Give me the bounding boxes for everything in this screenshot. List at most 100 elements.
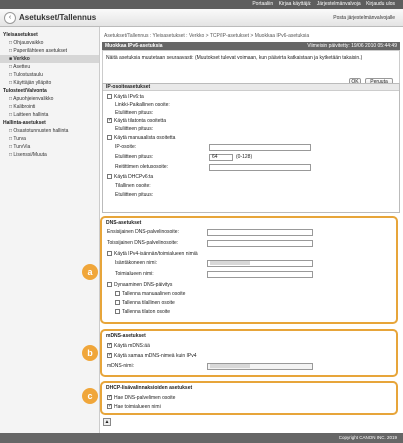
prefix-length-label: Etuliitteen pituus: (115, 110, 154, 116)
stateless-label: Käytä tilatonta osoitetta (114, 118, 166, 124)
same-mdns-name-label: Käytä samaa mDNS-nimeä kuin IPv4 (114, 353, 197, 359)
mdns-section: mDNS-asetukset Käytä mDNS:ää Käytä samaa… (103, 332, 395, 374)
app-header: ‹ Asetukset/Tallennus Posta järjestelmän… (0, 9, 403, 27)
prefix-length-label-2: Etuliitteen pituus: (115, 126, 154, 132)
sidebar-item-help-menu[interactable]: □ Apuohjeienvalikko (0, 95, 99, 103)
host-name-label: Isäntäkoneen nimi: (115, 260, 157, 266)
mdns-section-title: mDNS-asetukset (106, 333, 146, 339)
dynamic-dns-label: Dynaaminen DNS-päivitys (114, 282, 173, 288)
user-name: Järjestelmänvalvoja (316, 1, 361, 7)
sidebar-item-print-table[interactable]: □ Tulostustaulu (0, 71, 99, 79)
sidebar-item-paper-source[interactable]: □ Paperilähteen asetukset (0, 47, 99, 55)
link-local-label: Linkki-Paikallinen osoite: (115, 102, 170, 108)
use-mdns-label: Käytä mDNS:ää (114, 343, 150, 349)
sidebar-item-control-menu[interactable]: □ Ohjausvaikko (0, 39, 99, 47)
top-bar: Portaaliin Kirjaa käyttäjä: Järjestelmän… (0, 0, 403, 9)
mail-admin-link[interactable]: Posta järjestelmänvalvojalle (333, 15, 395, 21)
sidebar-section-output: Tulosteet/Valvonta (3, 88, 47, 94)
sidebar-item-dept-id[interactable]: □ Osastotunnusten hallinta (0, 127, 99, 135)
register-stateful-label: Tallenna tilallinen osoite (122, 300, 175, 306)
manual-address-row[interactable]: Käytä manuaalista osoitetta (107, 134, 175, 142)
callout-c: c (82, 388, 98, 404)
stateless-checkbox[interactable] (107, 118, 112, 124)
prefix-length-input[interactable]: 64 (209, 154, 233, 161)
sidebar-section-admin: Hallinta-asetukset (3, 120, 46, 126)
secondary-dns-label: Toissijainen DNS-palvelinosoite: (107, 240, 179, 246)
breadcrumb: Asetukset/Tallennus : Yleisasetukset : V… (104, 33, 310, 39)
sidebar-section-general: Yleisasetukset (3, 32, 38, 38)
sidebar-item-security[interactable]: □ Turva (0, 135, 99, 143)
page-title: Muokkaa IPv6-asetuksia (105, 43, 163, 49)
manual-address-label: Käytä manuaalista osoitetta (114, 135, 176, 141)
back-icon[interactable]: ‹ (4, 12, 16, 24)
mdns-name-label: mDNS-nimi: (107, 363, 134, 369)
get-domain-checkbox[interactable] (107, 404, 112, 410)
use-ipv6-checkbox[interactable] (107, 94, 112, 100)
callout-a: a (82, 264, 98, 280)
register-stateless-label: Tallenna tilaton osoite (122, 309, 171, 315)
primary-dns-input[interactable] (207, 229, 313, 236)
sidebar-item-layout[interactable]: □ Asetteu (0, 63, 99, 71)
sidebar-item-turvvia[interactable]: □ TurvVia (0, 143, 99, 151)
ip-address-input[interactable] (209, 144, 311, 151)
login-user-label: Kirjaa käyttäjä: (278, 1, 312, 7)
register-stateful-row[interactable]: Tallenna tilallinen osoite (115, 299, 175, 307)
host-name-input[interactable] (207, 260, 313, 267)
default-router-input[interactable] (209, 164, 311, 171)
stateful-address-label: Tilallinen osoite: (115, 183, 151, 189)
sidebar: Yleisasetukset □ Ohjausvaikko □ Paperilä… (0, 27, 100, 433)
get-dns-row[interactable]: Hae DNS-palvelimen osoite (107, 394, 175, 402)
use-mdns-row[interactable]: Käytä mDNS:ää (107, 342, 150, 350)
register-stateless-checkbox[interactable] (115, 309, 120, 315)
default-router-label: Reitittimen oletusosoite: (115, 164, 169, 170)
register-stateless-row[interactable]: Tallenna tilaton osoite (115, 308, 170, 316)
dhcpv6-checkbox[interactable] (107, 174, 112, 180)
register-manual-row[interactable]: Tallenna manuaalinen osoite (115, 290, 185, 298)
mdns-name-redacted (210, 364, 250, 368)
same-mdns-name-row[interactable]: Käytä samaa mDNS-nimeä kuin IPv4 (107, 352, 197, 360)
sidebar-item-license[interactable]: □ Lisenssi/Muuta (0, 151, 99, 159)
dhcp-section-title: DHCP-lisävalinnaksioiden asetukset (106, 385, 193, 391)
page-top-icon[interactable]: ▲ (103, 418, 111, 426)
manual-address-checkbox[interactable] (107, 135, 112, 141)
stateless-row[interactable]: Käytä tilatonta osoitetta (107, 117, 166, 125)
get-dns-checkbox[interactable] (107, 395, 112, 401)
primary-dns-label: Ensisijainen DNS-palvelinosoite: (107, 229, 179, 235)
mdns-name-input[interactable] (207, 363, 313, 370)
footer: Copyright CANON INC. 2019 (0, 433, 403, 443)
get-domain-label: Hae toimialueen nimi (114, 404, 161, 410)
register-stateful-checkbox[interactable] (115, 300, 120, 306)
last-updated: Viimeisin päivitetty: 19/06 2010 05:44:4… (307, 43, 397, 49)
use-mdns-checkbox[interactable] (107, 343, 112, 349)
sidebar-item-user-maintenance[interactable]: □ Käyttäjän ylläpito (0, 79, 99, 87)
dhcpv6-row[interactable]: Käytä DHCPv6:ta (107, 173, 153, 181)
same-mdns-name-checkbox[interactable] (107, 353, 112, 359)
sidebar-item-device-management[interactable]: □ Laitteen hallinta (0, 111, 99, 119)
prefix-range-hint: (0-128) (236, 154, 253, 160)
ip-section-title: IP-osoiteasetukset (103, 84, 399, 91)
dns-section-title: DNS-asetukset (106, 220, 142, 226)
main-content: Asetukset/Tallennus : Yleisasetukset : V… (100, 27, 400, 433)
sidebar-item-network[interactable]: ■ Verkko (0, 55, 99, 63)
use-ipv6-row[interactable]: Käytä IPv6:ta (107, 93, 144, 101)
use-ipv4-names-label: Käytä IPv4-isännän/toimialueen nimiä (114, 251, 198, 257)
app-title: Asetukset/Tallennus (19, 13, 97, 22)
use-ipv4-names-checkbox[interactable] (107, 251, 112, 257)
get-domain-row[interactable]: Hae toimialueen nimi (107, 403, 161, 411)
ip-address-label: IP-osoite: (115, 144, 137, 150)
sidebar-item-calibration[interactable]: □ Kalibrointi (0, 103, 99, 111)
prefix-length-label-4: Etuliitteen pituus: (115, 192, 154, 198)
logout-link[interactable]: Kirjaudu ulos (366, 1, 395, 7)
dynamic-dns-row[interactable]: Dynaaminen DNS-päivitys (107, 281, 172, 289)
use-ipv4-names-row[interactable]: Käytä IPv4-isännän/toimialueen nimiä (107, 250, 198, 258)
domain-name-input[interactable] (207, 271, 313, 278)
secondary-dns-input[interactable] (207, 240, 313, 247)
dynamic-dns-checkbox[interactable] (107, 282, 112, 288)
register-manual-label: Tallenna manuaalinen osoite (122, 291, 186, 297)
get-dns-label: Hae DNS-palvelimen osoite (114, 395, 176, 401)
info-message: Näitä asetuksia muutetaan seuraavasti: (… (106, 55, 363, 61)
register-manual-checkbox[interactable] (115, 291, 120, 297)
portal-link[interactable]: Portaaliin (252, 1, 273, 7)
page-title-bar: Muokkaa IPv6-asetuksia Viimeisin päivite… (102, 42, 400, 50)
domain-name-label: Toimialueen nimi: (115, 271, 154, 277)
